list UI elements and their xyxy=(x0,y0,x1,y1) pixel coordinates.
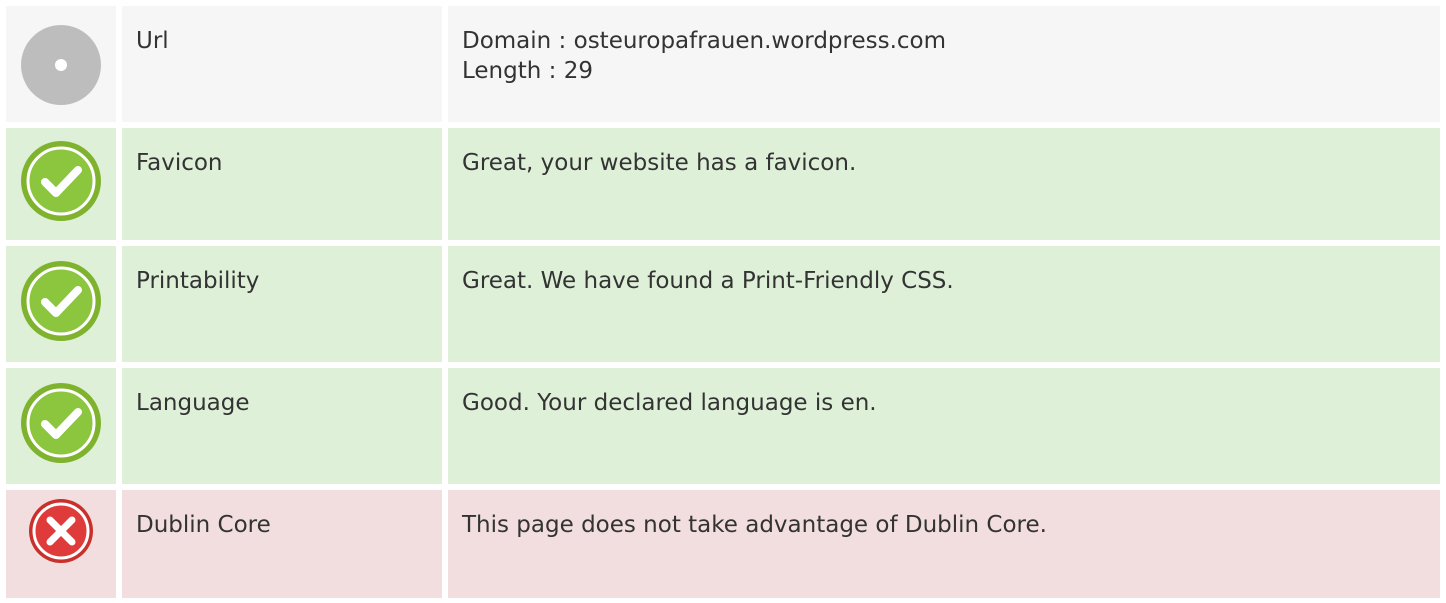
row-value: Good. Your declared language is en. xyxy=(448,368,1440,484)
dublin-core-message: This page does not take advantage of Dub… xyxy=(462,512,1047,538)
seo-results-table: Url Domain : osteuropafrauen.wordpress.c… xyxy=(0,0,1446,603)
info-dot-icon xyxy=(20,24,102,106)
result-row-language: Language Good. Your declared language is… xyxy=(6,368,1440,484)
url-domain: Domain : osteuropafrauen.wordpress.com xyxy=(462,28,947,54)
status-cell xyxy=(6,368,116,484)
row-value: Great. We have found a Print-Friendly CS… xyxy=(448,246,1440,362)
row-value: This page does not take advantage of Dub… xyxy=(448,490,1440,598)
printability-message: Great. We have found a Print-Friendly CS… xyxy=(462,268,954,294)
check-icon xyxy=(20,140,102,222)
check-icon xyxy=(20,382,102,464)
status-cell xyxy=(6,246,116,362)
row-value: Domain : osteuropafrauen.wordpress.com L… xyxy=(448,6,1440,122)
status-cell xyxy=(6,6,116,122)
url-length: Length : 29 xyxy=(462,58,593,84)
status-cell xyxy=(6,490,116,598)
result-row-favicon: Favicon Great, your website has a favico… xyxy=(6,128,1440,240)
row-label: Favicon xyxy=(122,128,442,240)
row-label: Dublin Core xyxy=(122,490,442,598)
cross-icon xyxy=(28,498,94,564)
result-row-printability: Printability Great. We have found a Prin… xyxy=(6,246,1440,362)
favicon-message: Great, your website has a favicon. xyxy=(462,150,857,176)
row-label: Printability xyxy=(122,246,442,362)
row-value: Great, your website has a favicon. xyxy=(448,128,1440,240)
row-label: Url xyxy=(122,6,442,122)
status-cell xyxy=(6,128,116,240)
result-row-dublin-core: Dublin Core This page does not take adva… xyxy=(6,490,1440,598)
check-icon xyxy=(20,260,102,342)
language-message: Good. Your declared language is en. xyxy=(462,390,877,416)
row-label: Language xyxy=(122,368,442,484)
result-row-url: Url Domain : osteuropafrauen.wordpress.c… xyxy=(6,6,1440,122)
